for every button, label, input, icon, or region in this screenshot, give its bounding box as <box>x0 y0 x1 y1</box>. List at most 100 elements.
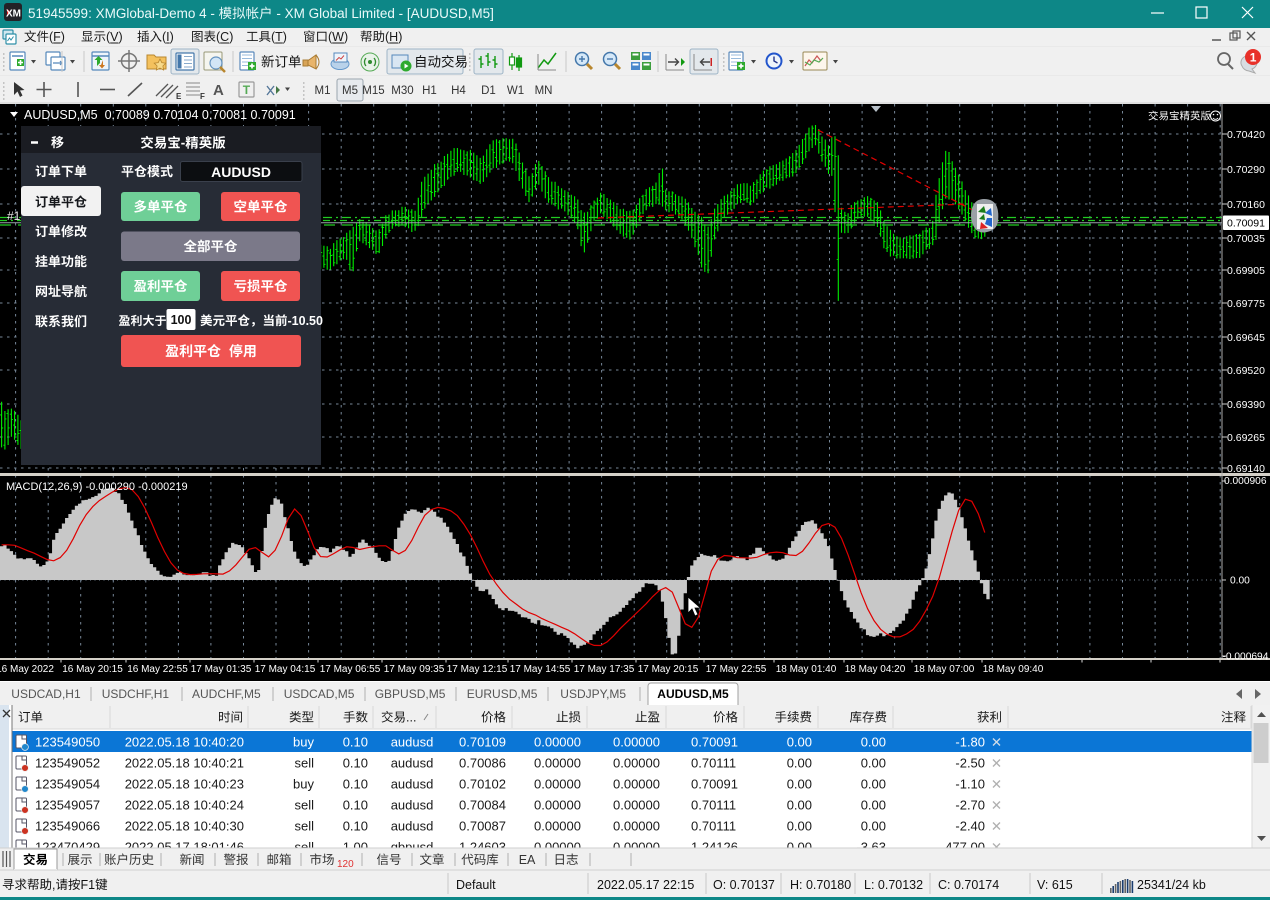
svg-text:0.70102: 0.70102 <box>459 777 506 792</box>
svg-text:0.10: 0.10 <box>343 735 368 750</box>
svg-text:A: A <box>213 82 224 99</box>
svg-text:16 May 20:15: 16 May 20:15 <box>62 664 123 675</box>
svg-text:0.10: 0.10 <box>343 756 368 771</box>
svg-text:0.00000: 0.00000 <box>534 735 581 750</box>
svg-text:2022.05.18 10:40:20: 2022.05.18 10:40:20 <box>125 735 244 750</box>
svg-text:V: 615: V: 615 <box>1037 878 1073 892</box>
svg-text:C: 0.70174: C: 0.70174 <box>938 878 999 892</box>
svg-text:123549057: 123549057 <box>35 798 100 813</box>
svg-text:0.70087: 0.70087 <box>459 819 506 834</box>
svg-text:0.10: 0.10 <box>343 819 368 834</box>
svg-text:L: 0.70132: L: 0.70132 <box>864 878 923 892</box>
svg-text:- XM Global Limited - [AUDUSD,: - XM Global Limited - [AUDUSD,M5] <box>273 6 494 21</box>
svg-text:(T): (T) <box>271 30 287 44</box>
svg-text:100: 100 <box>171 313 192 327</box>
svg-text:MACD(12,26,9) -0.000290 -0.000: MACD(12,26,9) -0.000290 -0.000219 <box>6 481 188 493</box>
svg-text:USDJPY,M5: USDJPY,M5 <box>560 687 626 701</box>
svg-text:16 May 22:55: 16 May 22:55 <box>127 664 188 675</box>
svg-text:(C): (C) <box>216 30 233 44</box>
svg-text:,: , <box>52 878 55 892</box>
svg-text:(V): (V) <box>106 30 123 44</box>
svg-text:0.69775: 0.69775 <box>1227 298 1265 310</box>
svg-text:18 May 07:00: 18 May 07:00 <box>914 664 975 675</box>
svg-text:17 May 01:35: 17 May 01:35 <box>191 664 252 675</box>
svg-text:2022.05.18 10:40:21: 2022.05.18 10:40:21 <box>125 756 244 771</box>
svg-text:0.00000: 0.00000 <box>534 819 581 834</box>
svg-text:0.00: 0.00 <box>861 819 886 834</box>
svg-text:0.70084: 0.70084 <box>459 798 506 813</box>
svg-text:EA: EA <box>519 853 536 867</box>
svg-text:W1: W1 <box>507 85 524 97</box>
svg-text:0.00: 0.00 <box>861 756 886 771</box>
svg-text:0.10: 0.10 <box>343 777 368 792</box>
svg-text:M15: M15 <box>362 85 384 97</box>
svg-text:-1.10: -1.10 <box>955 777 985 792</box>
svg-text:0.69140: 0.69140 <box>1227 463 1265 475</box>
svg-text:0.10: 0.10 <box>343 798 368 813</box>
svg-text:(I): (I) <box>162 30 174 44</box>
svg-text:16 May 2022: 16 May 2022 <box>0 664 54 675</box>
svg-text:2022.05.17 22:15: 2022.05.17 22:15 <box>597 878 694 892</box>
svg-text:1: 1 <box>1250 51 1257 65</box>
svg-text:#1: #1 <box>7 209 21 223</box>
svg-text:0.000906: 0.000906 <box>1224 476 1267 487</box>
svg-text:M5: M5 <box>342 85 358 97</box>
svg-text:GBPUSD,M5: GBPUSD,M5 <box>375 687 446 701</box>
svg-text:(F): (F) <box>49 30 65 44</box>
svg-text:0.69905: 0.69905 <box>1227 265 1265 277</box>
svg-text:0.70035: 0.70035 <box>1227 233 1265 245</box>
svg-text:AUDUSD: AUDUSD <box>211 164 271 180</box>
svg-text:AUDUSD,M5 0.70089 0.70104 0.7: AUDUSD,M5 0.70089 0.70104 0.70081 0.7009… <box>24 108 296 122</box>
svg-text:audusd: audusd <box>391 819 434 834</box>
svg-text:T: T <box>243 83 251 97</box>
svg-text:0.70111: 0.70111 <box>691 819 736 834</box>
svg-text:buy: buy <box>293 735 314 750</box>
svg-text:0.00: 0.00 <box>787 777 812 792</box>
svg-text:F1: F1 <box>81 878 96 892</box>
svg-text:USDCHF,H1: USDCHF,H1 <box>102 687 170 701</box>
svg-text:18 May 09:40: 18 May 09:40 <box>983 664 1044 675</box>
svg-text:M30: M30 <box>391 85 413 97</box>
svg-text:(H): (H) <box>385 30 402 44</box>
svg-text:AUDUSD,M5: AUDUSD,M5 <box>657 687 729 701</box>
svg-text:0.69520: 0.69520 <box>1227 365 1265 377</box>
svg-text:2022.05.18 10:40:24: 2022.05.18 10:40:24 <box>125 798 244 813</box>
svg-text:Default: Default <box>456 878 496 892</box>
svg-text:0.70111: 0.70111 <box>691 798 736 813</box>
svg-text:17 May 20:15: 17 May 20:15 <box>638 664 699 675</box>
svg-text:0.00: 0.00 <box>787 735 812 750</box>
svg-text:18 May 04:20: 18 May 04:20 <box>845 664 906 675</box>
svg-text:0.00: 0.00 <box>787 819 812 834</box>
svg-text:M1: M1 <box>315 85 331 97</box>
svg-text:25341/24 kb: 25341/24 kb <box>1137 878 1206 892</box>
svg-text:-10.50: -10.50 <box>288 314 323 328</box>
svg-text:audusd: audusd <box>391 735 434 750</box>
svg-text:0.70290: 0.70290 <box>1227 164 1265 176</box>
svg-text:0.70111: 0.70111 <box>691 756 736 771</box>
svg-text:D1: D1 <box>481 85 496 97</box>
svg-text:sell: sell <box>295 756 315 771</box>
svg-text:0.00000: 0.00000 <box>613 819 660 834</box>
svg-text:0.00: 0.00 <box>787 798 812 813</box>
svg-text:0.00: 0.00 <box>861 735 886 750</box>
svg-text:17 May 06:55: 17 May 06:55 <box>320 664 381 675</box>
svg-text:USDCAD,H1: USDCAD,H1 <box>11 687 81 701</box>
svg-text:sell: sell <box>295 819 315 834</box>
svg-text:0.00000: 0.00000 <box>534 756 581 771</box>
svg-text:0.70091: 0.70091 <box>691 777 738 792</box>
svg-text:-2.50: -2.50 <box>955 756 985 771</box>
svg-text:0.00000: 0.00000 <box>534 798 581 813</box>
svg-text:17 May 09:35: 17 May 09:35 <box>384 664 445 675</box>
svg-text:audusd: audusd <box>391 798 434 813</box>
svg-text:0.70091: 0.70091 <box>691 735 738 750</box>
svg-text:buy: buy <box>293 777 314 792</box>
svg-text:audusd: audusd <box>391 777 434 792</box>
svg-text:-2.70: -2.70 <box>955 798 985 813</box>
svg-text:0.69645: 0.69645 <box>1227 332 1265 344</box>
svg-text:123549052: 123549052 <box>35 756 100 771</box>
svg-text:0.70160: 0.70160 <box>1227 199 1265 211</box>
svg-text:0.00: 0.00 <box>861 798 886 813</box>
svg-text:17 May 14:55: 17 May 14:55 <box>510 664 571 675</box>
svg-text:120: 120 <box>337 859 354 870</box>
svg-text:-0.000694: -0.000694 <box>1223 652 1269 663</box>
